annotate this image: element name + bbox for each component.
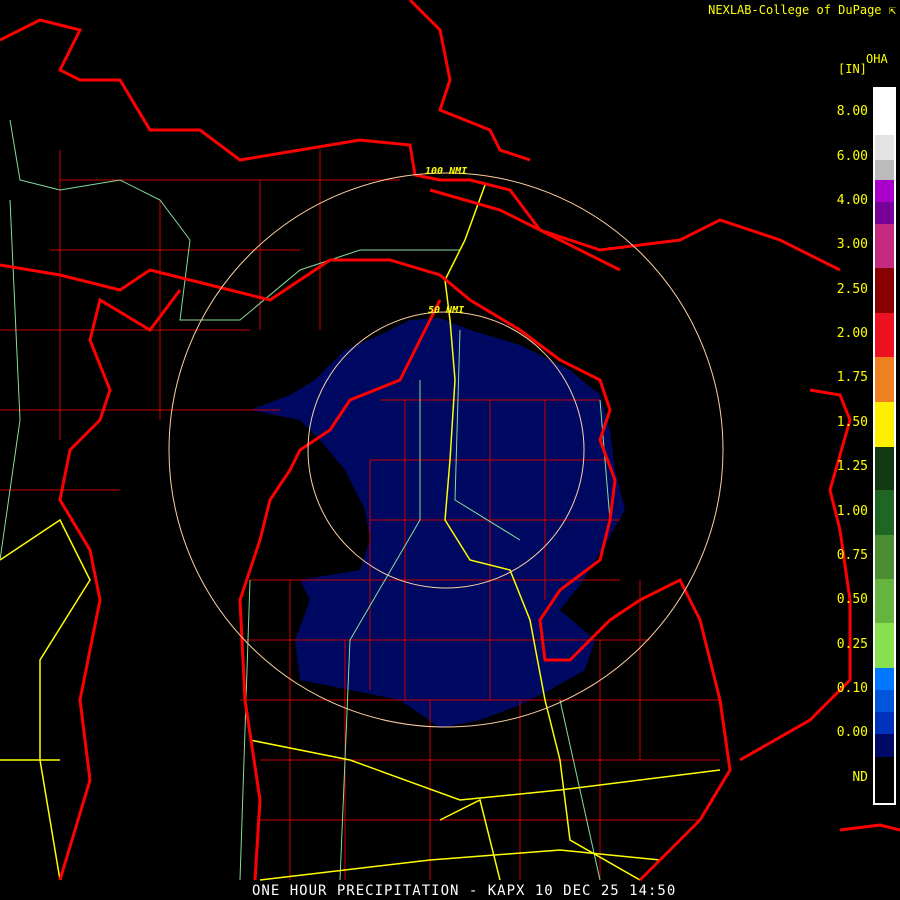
- legend-label: 2.50: [836, 282, 868, 297]
- legend-label: ND: [852, 770, 868, 785]
- legend-swatch: [875, 135, 894, 160]
- credit-text: NEXLAB-College of DuPage: [708, 3, 882, 17]
- legend-label: 1.00: [836, 504, 868, 519]
- legend-label: 0.75: [836, 548, 868, 563]
- legend-label: 0.00: [836, 725, 868, 740]
- legend-swatch: [875, 402, 894, 447]
- legend-swatch: [875, 89, 894, 135]
- legend-swatch: [875, 579, 894, 623]
- legend-label: 4.00: [836, 193, 868, 208]
- product-title: ONE HOUR PRECIPITATION - KAPX 10 DEC 25 …: [252, 883, 677, 899]
- legend-swatch: [875, 690, 894, 712]
- legend-swatch: [875, 313, 894, 357]
- ring-label-100: 100 NMI: [425, 166, 468, 177]
- legend-swatch: [875, 180, 894, 202]
- legend-swatch: [875, 668, 894, 690]
- legend-label: 6.00: [836, 149, 868, 164]
- legend-swatch: [875, 268, 894, 313]
- legend-swatch: [875, 734, 894, 757]
- product-code: OHA: [866, 52, 888, 66]
- legend-label: 1.50: [836, 415, 868, 430]
- radar-map: 100 NMI 50 NMI NEXLAB-College of DuPage …: [0, 0, 900, 900]
- legend-swatch: [875, 160, 894, 180]
- legend-swatch: [875, 490, 894, 535]
- legend-swatch: [875, 535, 894, 579]
- legend-label: 0.50: [836, 592, 868, 607]
- precipitation-echoes: [250, 318, 625, 728]
- legend-swatch: [875, 447, 894, 490]
- legend-label: 1.75: [836, 370, 868, 385]
- legend-swatch: [875, 712, 894, 734]
- legend-label: 0.25: [836, 637, 868, 652]
- legend-swatch: [875, 623, 894, 668]
- legend-swatch: [875, 202, 894, 224]
- legend-label: 2.00: [836, 326, 868, 341]
- legend-label: 3.00: [836, 237, 868, 252]
- credit-label: NEXLAB-College of DuPage ⇱: [708, 3, 896, 17]
- legend-swatch: [875, 357, 894, 402]
- color-legend: [873, 87, 896, 805]
- legend-label: 8.00: [836, 104, 868, 119]
- unit-label: [IN]: [838, 62, 867, 76]
- legend-swatch: [875, 224, 894, 268]
- map-canvas: [0, 0, 900, 882]
- legend-label: 0.10: [836, 681, 868, 696]
- logo-icon: ⇱: [888, 3, 896, 17]
- legend-swatch: [875, 757, 894, 803]
- legend-label: 1.25: [836, 459, 868, 474]
- ring-label-50: 50 NMI: [428, 305, 465, 316]
